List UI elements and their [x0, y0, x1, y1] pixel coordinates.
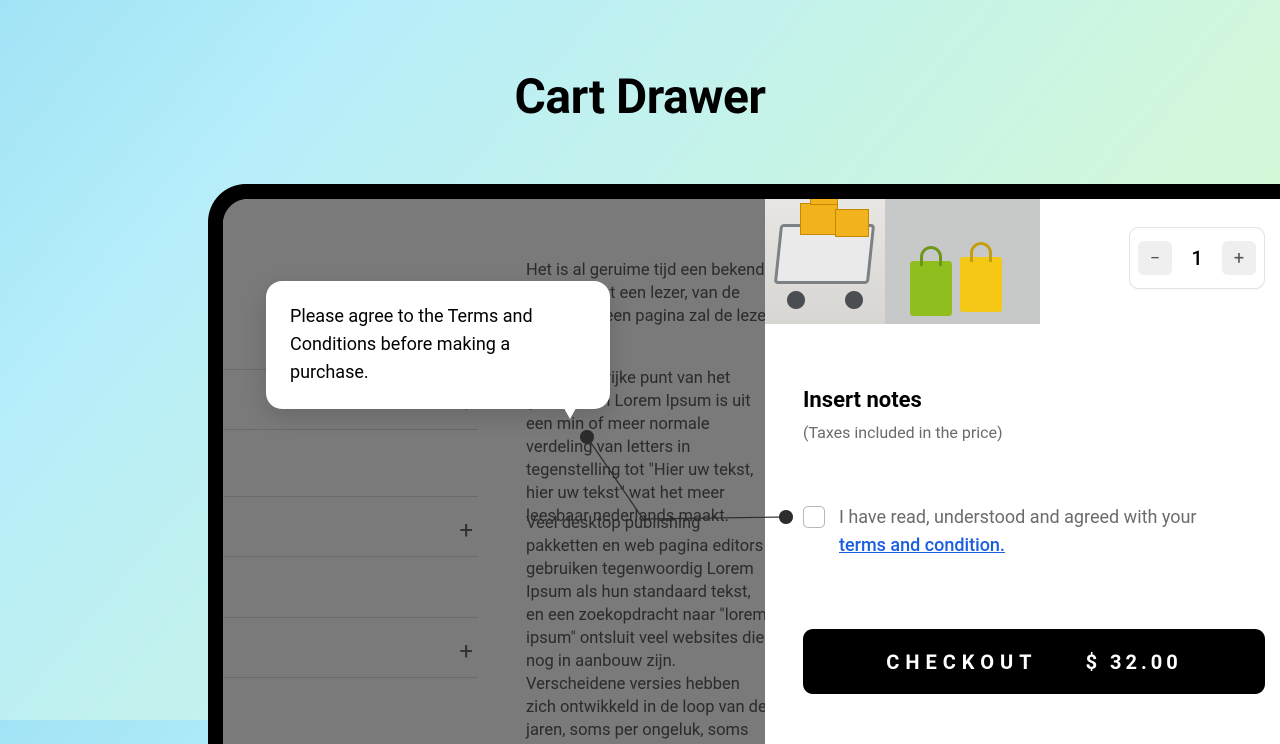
device-frame: Het is al geruime tijd een bekend gegeve…: [208, 184, 1280, 744]
checkout-button[interactable]: CHECKOUT $ 32.00: [803, 629, 1265, 694]
connector-dot: [779, 510, 793, 524]
screen: Het is al geruime tijd een bekend gegeve…: [223, 199, 1280, 744]
plus-icon: +: [459, 637, 473, 665]
quantity-stepper[interactable]: − 1 +: [1129, 227, 1265, 289]
accordion-row[interactable]: +: [223, 496, 478, 556]
checkout-price: $ 32.00: [1086, 650, 1182, 674]
cart-drawer: − 1 + Insert notes (Taxes included in th…: [765, 199, 1280, 744]
accordion-divider: [223, 556, 478, 557]
qty-value: 1: [1180, 246, 1214, 270]
notes-subtitle: (Taxes included in the price): [803, 423, 1003, 442]
qty-decrease-button[interactable]: −: [1138, 241, 1172, 275]
terms-link[interactable]: terms and condition.: [839, 535, 1005, 556]
accordion-divider: [223, 677, 478, 678]
accordion-divider: [223, 429, 478, 430]
terms-row: I have read, understood and agreed with …: [803, 504, 1240, 560]
cart-illustration: [765, 199, 1040, 324]
terms-text: I have read, understood and agreed with …: [839, 504, 1240, 560]
product-image: [765, 199, 1040, 324]
plus-icon: +: [459, 516, 473, 544]
checkout-label: CHECKOUT: [886, 650, 1037, 674]
terms-checkbox[interactable]: [803, 506, 825, 528]
connector-dot: [580, 430, 594, 444]
tooltip-tail: [548, 379, 592, 419]
accordion-row[interactable]: +: [223, 617, 478, 677]
notes-title: Insert notes: [803, 388, 922, 413]
terms-prefix: I have read, understood and agreed with …: [839, 507, 1197, 528]
qty-increase-button[interactable]: +: [1222, 241, 1256, 275]
bg-paragraph: Veel desktop publishing pakketten en web…: [526, 512, 772, 744]
page-title: Cart Drawer: [0, 68, 1280, 125]
